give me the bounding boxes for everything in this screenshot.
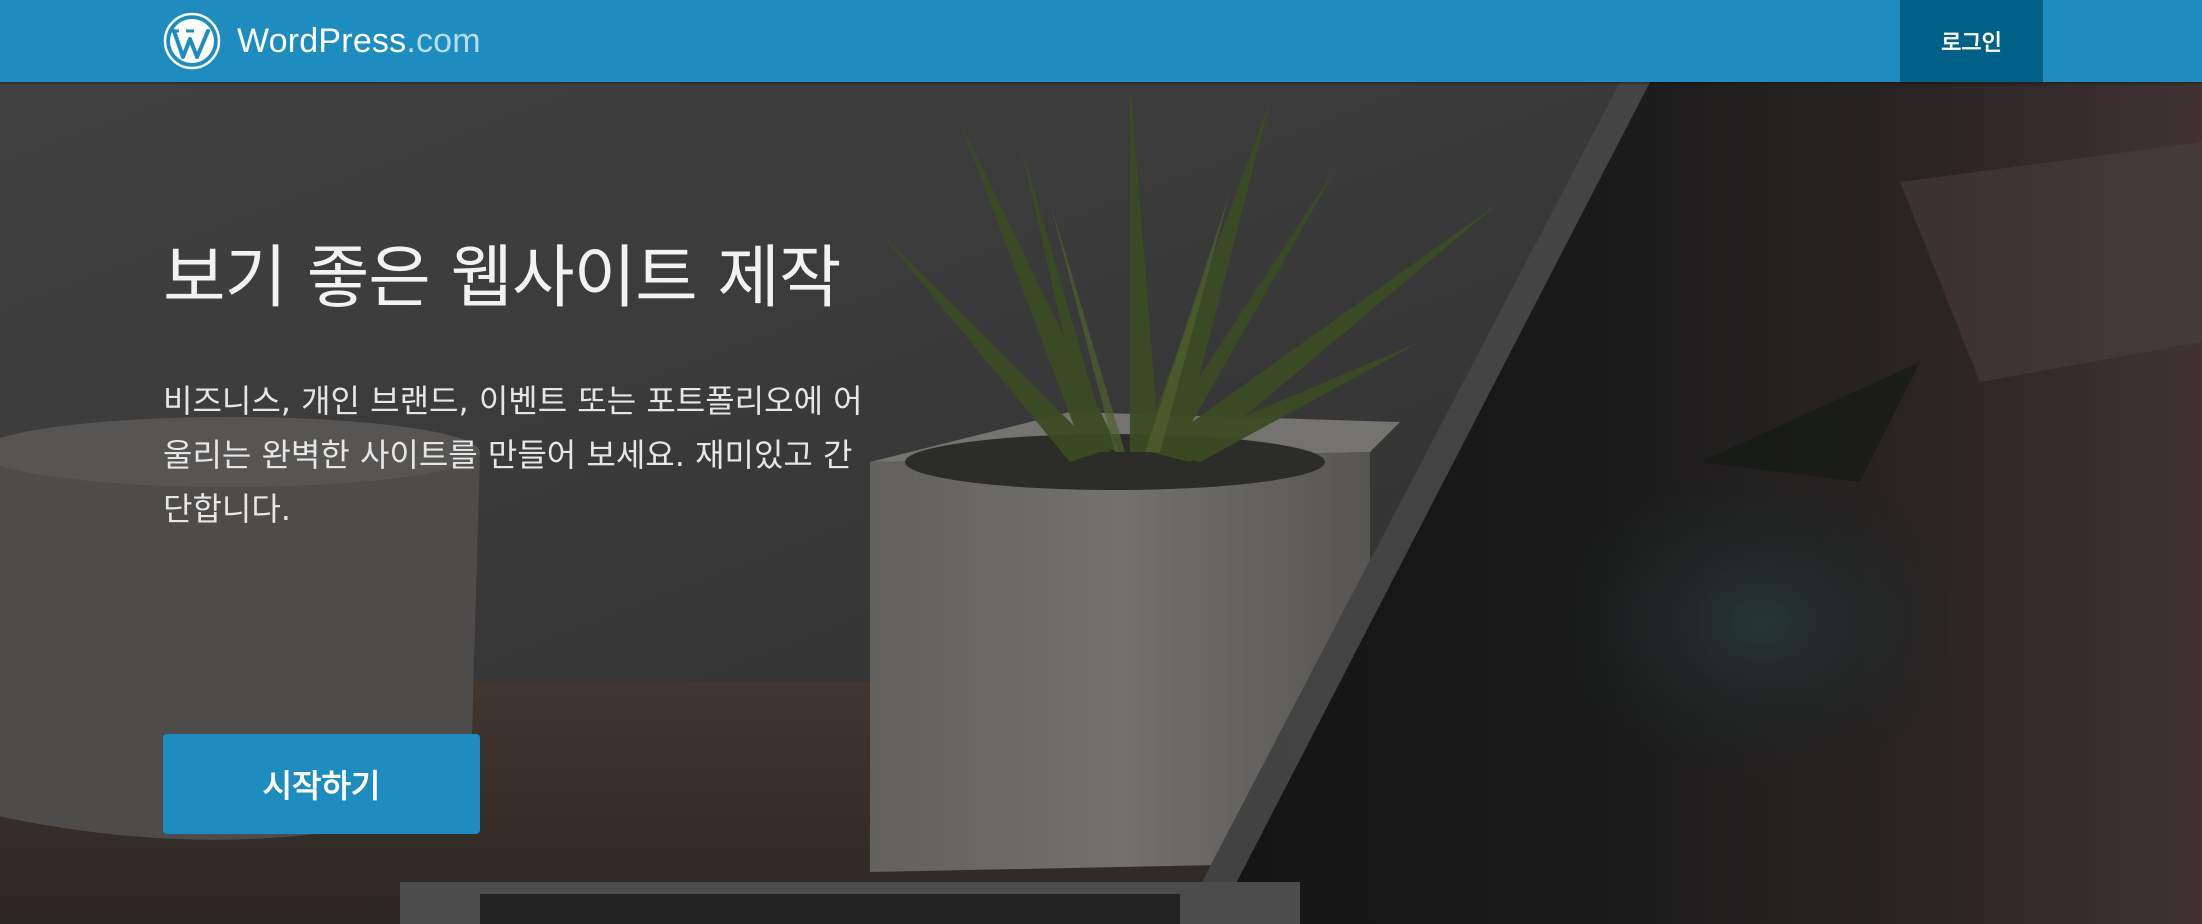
brand-suffix: .com (406, 21, 481, 60)
hero-description: 비즈니스, 개인 브랜드, 이벤트 또는 포트폴리오에 어울리는 완벽한 사이트… (163, 382, 863, 529)
brand-name: WordPress (237, 21, 407, 60)
brand-wordmark: WordPress.com (237, 22, 481, 61)
hero-title: 보기 좋은 웹사이트 제작 (163, 239, 841, 318)
hero-content: 보기 좋은 웹사이트 제작 비즈니스, 개인 브랜드, 이벤트 또는 포트폴리오… (163, 239, 883, 536)
brand-home-link[interactable]: WordPress.com (163, 10, 481, 72)
login-button[interactable]: 로그인 (1900, 0, 2043, 82)
get-started-button[interactable]: 시작하기 (163, 734, 480, 834)
page: WordPress.com 로그인 보기 좋은 웹사이트 제작 비즈니스, 개인… (0, 0, 2202, 924)
wordpress-logo-icon (163, 12, 221, 70)
top-navigation-bar: WordPress.com 로그인 (0, 0, 2202, 82)
